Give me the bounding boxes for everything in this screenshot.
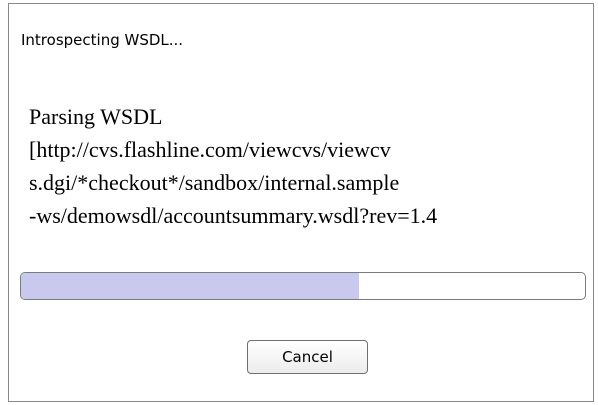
progress-bar — [20, 272, 586, 300]
dialog-title: Introspecting WSDL... — [21, 31, 184, 49]
progress-bar-fill — [21, 273, 360, 299]
status-message-line: [http://cvs.flashline.com/viewcvs/viewcv — [29, 137, 391, 162]
status-message-line: Parsing WSDL — [29, 104, 163, 129]
status-message: Parsing WSDL [http://cvs.flashline.com/v… — [29, 100, 598, 232]
status-message-line: -ws/demowsdl/accountsummary.wsdl?rev=1.4 — [29, 203, 438, 228]
introspection-dialog: Introspecting WSDL... Parsing WSDL [http… — [8, 3, 594, 402]
status-message-line: s.dgi/*checkout*/sandbox/internal.sample — [29, 170, 400, 195]
cancel-button[interactable]: Cancel — [247, 340, 368, 374]
